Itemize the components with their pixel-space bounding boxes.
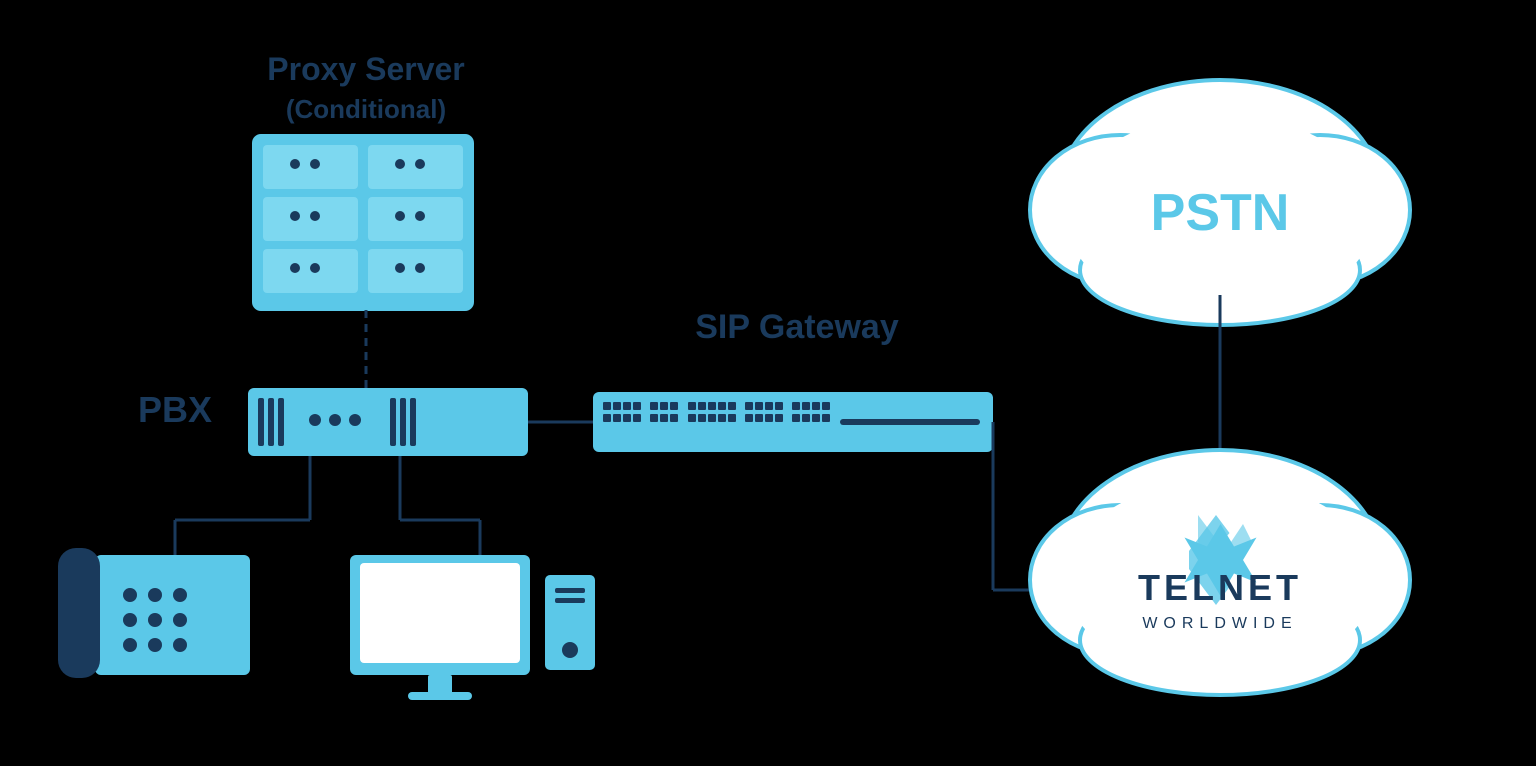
server-row-2a <box>263 197 358 241</box>
sip-gateway-label: SIP Gateway <box>695 308 899 346</box>
server-row-3b <box>368 249 463 293</box>
pbx-label: PBX <box>138 389 212 430</box>
monitor-screen <box>360 563 520 663</box>
monitor-base <box>408 692 472 700</box>
phone-handset <box>58 548 100 678</box>
worldwide-text: WORLDWIDE <box>1142 615 1297 632</box>
pbx-device <box>248 388 528 456</box>
pstn-text: PSTN <box>1151 184 1290 242</box>
server-row-1a <box>263 145 358 189</box>
server-row-1b <box>368 145 463 189</box>
proxy-conditional-label: (Conditional) <box>286 94 446 124</box>
phone-icon <box>95 555 250 675</box>
proxy-server-label: Proxy Server <box>267 51 464 87</box>
telnet-text: TELNET <box>1138 567 1302 608</box>
server-row-2b <box>368 197 463 241</box>
server-row-3a <box>263 249 358 293</box>
network-diagram: Proxy Server (Conditional) PBX SIP Gatew… <box>0 0 1536 761</box>
